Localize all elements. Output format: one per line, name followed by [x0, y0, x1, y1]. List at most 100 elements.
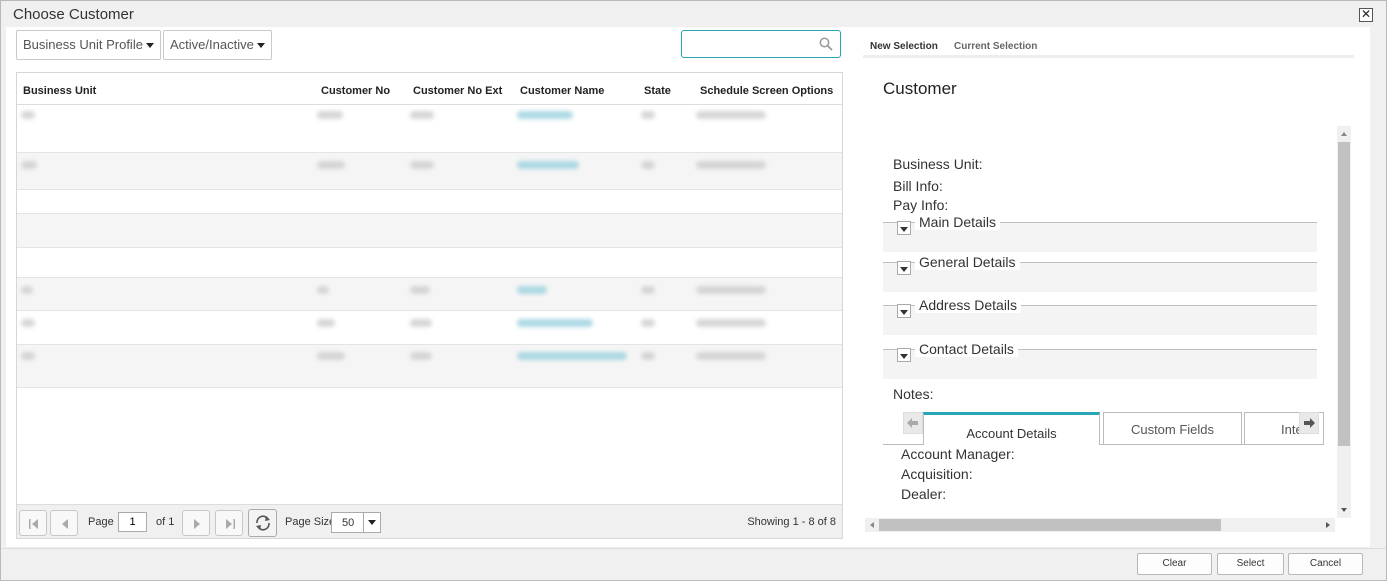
- table-row[interactable]: [17, 214, 842, 248]
- clear-button[interactable]: Clear: [1137, 553, 1212, 575]
- grid-header: Business Unit Customer No Customer No Ex…: [17, 73, 842, 105]
- chevron-down-icon: [368, 520, 376, 525]
- column-header-customer-no[interactable]: Customer No: [321, 85, 390, 97]
- table-row[interactable]: [17, 153, 842, 190]
- redacted-cell: [641, 286, 655, 294]
- selection-tabs: New Selection Current Selection: [863, 27, 1354, 58]
- grid-pager: Page of 1 Page Size: [17, 504, 842, 538]
- redacted-cell: [21, 161, 37, 169]
- redacted-cell: [641, 111, 655, 119]
- choose-customer-dialog: Choose Customer ✕ Business Unit Profile …: [0, 0, 1387, 581]
- dealer-label: Dealer:: [901, 486, 947, 502]
- redacted-cell: [410, 352, 432, 360]
- section-main-details: Main Details: [883, 214, 1317, 252]
- redacted-cell: [641, 319, 655, 327]
- page-size-value: 50: [342, 517, 355, 529]
- redacted-cell: [696, 352, 766, 360]
- redacted-cell: [696, 111, 766, 119]
- scroll-tabs-left-button[interactable]: [903, 412, 923, 434]
- scroll-down-icon[interactable]: [1337, 504, 1351, 516]
- redacted-cell: [641, 161, 655, 169]
- expand-toggle[interactable]: [897, 304, 911, 318]
- horizontal-scroll-thumb[interactable]: [879, 519, 1221, 531]
- table-row[interactable]: [17, 278, 842, 311]
- acquisition-label: Acquisition:: [901, 466, 973, 482]
- chevron-down-icon: [900, 227, 908, 232]
- redacted-link[interactable]: [517, 319, 593, 327]
- tab-account-details[interactable]: Account Details: [923, 412, 1100, 445]
- redacted-cell: [696, 161, 766, 169]
- column-header-business-unit[interactable]: Business Unit: [23, 85, 96, 97]
- search-input[interactable]: [686, 32, 814, 56]
- select-button[interactable]: Select: [1217, 553, 1284, 575]
- expand-toggle[interactable]: [897, 221, 911, 235]
- table-row[interactable]: [17, 190, 842, 214]
- redacted-cell: [317, 286, 329, 294]
- redacted-cell: [410, 319, 432, 327]
- tab-current-selection[interactable]: Current Selection: [954, 41, 1037, 52]
- page-size-select[interactable]: 50: [331, 512, 381, 533]
- column-header-customer-name[interactable]: Customer Name: [520, 85, 604, 97]
- column-header-state[interactable]: State: [644, 85, 671, 97]
- refresh-button[interactable]: [248, 509, 277, 537]
- chevron-down-icon: [145, 43, 154, 49]
- column-header-schedule-screen-options[interactable]: Schedule Screen Options: [700, 85, 833, 97]
- vertical-scrollbar[interactable]: [1337, 126, 1351, 518]
- cancel-button[interactable]: Cancel: [1288, 553, 1363, 575]
- section-label: Address Details: [915, 297, 1022, 313]
- first-page-button[interactable]: [19, 510, 47, 536]
- table-row[interactable]: [17, 105, 842, 153]
- page-size-dropdown-button[interactable]: [363, 513, 380, 532]
- page-number-input[interactable]: [118, 512, 147, 532]
- business-unit-profile-dropdown[interactable]: Business Unit Profile: [16, 30, 161, 60]
- redacted-link[interactable]: [517, 111, 573, 119]
- redacted-cell: [21, 352, 35, 360]
- previous-page-button[interactable]: [50, 510, 78, 536]
- vertical-scroll-thumb[interactable]: [1338, 142, 1350, 446]
- arrow-left-icon: [907, 418, 918, 428]
- redacted-cell: [410, 286, 430, 294]
- last-page-icon: [226, 519, 235, 529]
- redacted-cell: [696, 286, 766, 294]
- tab-new-selection[interactable]: New Selection: [870, 41, 938, 52]
- last-page-button[interactable]: [215, 510, 243, 536]
- customer-detail-panel: Customer Business Unit: Bill Info: Pay I…: [863, 72, 1354, 539]
- search-box: [681, 30, 841, 58]
- page-label: Page: [88, 516, 114, 528]
- title-bar: Choose Customer ✕: [1, 1, 1386, 27]
- redacted-cell: [21, 286, 33, 294]
- table-row[interactable]: [17, 311, 842, 345]
- redacted-cell: [696, 319, 766, 327]
- previous-page-icon: [62, 519, 68, 529]
- redacted-cell: [21, 319, 35, 327]
- chevron-down-icon: [900, 267, 908, 272]
- expand-toggle[interactable]: [897, 261, 911, 275]
- refresh-icon: [256, 515, 270, 531]
- section-label: General Details: [915, 254, 1020, 270]
- showing-count: Showing 1 - 8 of 8: [747, 516, 836, 528]
- scroll-up-icon[interactable]: [1337, 128, 1351, 140]
- redacted-link[interactable]: [517, 286, 547, 294]
- search-icon[interactable]: [819, 37, 833, 51]
- scroll-left-icon[interactable]: [866, 518, 878, 532]
- arrow-right-icon: [1304, 418, 1315, 428]
- horizontal-scrollbar[interactable]: [865, 518, 1335, 532]
- active-inactive-dropdown[interactable]: Active/Inactive: [163, 30, 272, 60]
- scroll-right-icon[interactable]: [1322, 518, 1334, 532]
- redacted-cell: [410, 111, 434, 119]
- account-manager-label: Account Manager:: [901, 446, 1015, 462]
- customer-title: Customer: [883, 79, 957, 98]
- redacted-link[interactable]: [517, 161, 579, 169]
- tab-custom-fields[interactable]: Custom Fields: [1103, 412, 1242, 445]
- page-size-label: Page Size: [285, 516, 336, 528]
- next-page-button[interactable]: [182, 510, 210, 536]
- close-button[interactable]: ✕: [1359, 8, 1373, 22]
- business-unit-label: Business Unit:: [893, 156, 983, 172]
- table-row[interactable]: [17, 345, 842, 388]
- scroll-tabs-right-button[interactable]: [1299, 412, 1319, 434]
- chevron-down-icon: [256, 43, 265, 49]
- redacted-link[interactable]: [517, 352, 627, 360]
- expand-toggle[interactable]: [897, 348, 911, 362]
- table-row[interactable]: [17, 248, 842, 278]
- column-header-customer-no-ext[interactable]: Customer No Ext: [413, 85, 502, 97]
